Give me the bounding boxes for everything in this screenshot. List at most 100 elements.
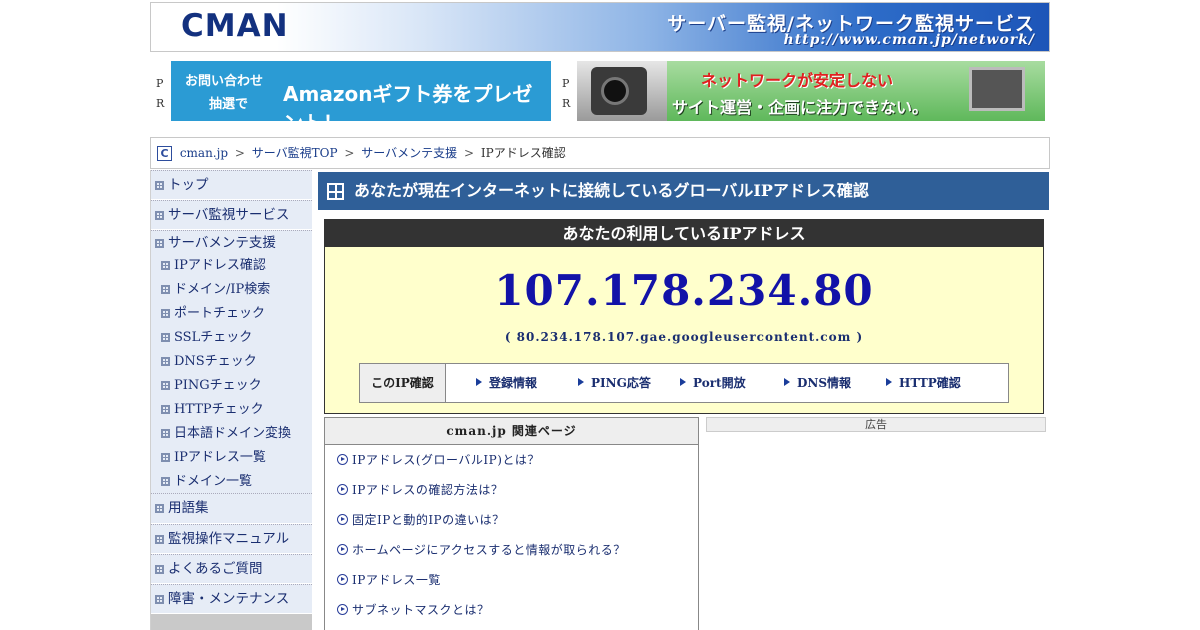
grid-icon xyxy=(161,309,170,318)
link-http[interactable]: HTTP確認 xyxy=(886,364,961,402)
related-link[interactable]: IPアドレス一覧 xyxy=(325,565,698,595)
sidebar-item-label: ドメイン/IP検索 xyxy=(174,282,271,297)
related-link[interactable]: IPアドレスの確認方法は？ xyxy=(325,475,698,505)
sidebar-item-outage[interactable]: 障害・メンテナンス xyxy=(151,584,312,614)
link-dns[interactable]: DNS情報 xyxy=(784,364,851,402)
sidebar-item-glossary[interactable]: 用語集 xyxy=(151,494,312,524)
sidebar-item-ssl-check[interactable]: SSLチェック xyxy=(151,326,312,350)
site-header: CMAN サーバー監視/ネットワーク監視サービス http://www.cman… xyxy=(150,2,1050,52)
grid-icon xyxy=(161,357,170,366)
breadcrumb-server-top[interactable]: サーバ監視TOP xyxy=(252,146,338,160)
sidebar-item-top[interactable]: トップ xyxy=(151,170,312,200)
banner-line-lottery: 抽選で xyxy=(209,97,249,112)
triangle-right-icon xyxy=(578,378,584,386)
triangle-right-icon xyxy=(476,378,482,386)
link-ping[interactable]: PING応答 xyxy=(578,364,651,402)
pr-label-p: P xyxy=(156,77,164,90)
cman-icon: C xyxy=(157,146,172,161)
amazon-gift-banner[interactable]: お問い合わせ 抽選で Amazonギフト券をプレゼント！ xyxy=(171,61,551,135)
related-link-label: IPアドレスの確認方法は？ xyxy=(352,483,504,497)
sidebar-item-label: よくあるご質問 xyxy=(168,561,263,577)
banner2-line2: サイト運営・企画に注力できない。 xyxy=(672,98,929,117)
pr-label-r: R xyxy=(562,97,571,110)
link-label: Port開放 xyxy=(693,376,746,390)
sidebar-item-dns-check[interactable]: DNSチェック xyxy=(151,350,312,374)
sidebar-item-label: HTTPチェック xyxy=(174,402,264,417)
pr-label-left: P R xyxy=(156,74,164,114)
page-wrapper: CMAN サーバー監視/ネットワーク監視サービス http://www.cman… xyxy=(150,2,1050,630)
breadcrumb-separator: > xyxy=(344,146,355,160)
breadcrumb-separator: > xyxy=(463,146,475,160)
breadcrumb-cman[interactable]: cman.jp xyxy=(180,146,228,160)
link-whois[interactable]: 登録情報 xyxy=(476,364,537,402)
network-banner[interactable]: ネットワークが安定しない サイト運営・企画に注力できない。 xyxy=(577,61,1045,121)
related-link[interactable]: サブネットマスクとは？ xyxy=(325,595,698,625)
sidebar-item-domain-list[interactable]: ドメイン一覧 xyxy=(151,470,312,494)
grid-icon xyxy=(161,453,170,462)
circle-arrow-icon xyxy=(337,574,348,585)
ip-result-box: あなたの利用しているIPアドレス 107.178.234.80 ( 80.234… xyxy=(324,219,1044,414)
pr-label-p: P xyxy=(562,77,570,90)
ip-check-label: このIP確認 xyxy=(360,364,446,402)
sidebar-item-monitoring[interactable]: サーバ監視サービス xyxy=(151,200,312,230)
sidebar-item-ip-check[interactable]: IPアドレス確認 xyxy=(151,254,312,278)
banner-main-text: Amazonギフト券をプレゼント！ xyxy=(283,82,533,135)
header-url: http://www.cman.jp/network/ xyxy=(783,32,1035,48)
ip-box-header: あなたの利用しているIPアドレス xyxy=(325,220,1043,247)
grid-icon xyxy=(161,429,170,438)
circle-arrow-icon xyxy=(337,514,348,525)
sidebar-item-port-check[interactable]: ポートチェック xyxy=(151,302,312,326)
sidebar-item-http-check[interactable]: HTTPチェック xyxy=(151,398,312,422)
related-link[interactable]: IPアドレス(グローバルIP)とは？ xyxy=(325,445,698,475)
monitor-image xyxy=(969,67,1025,111)
breadcrumb-maintenance[interactable]: サーバメンテ支援 xyxy=(361,146,457,160)
sidebar-item-label: サーバメンテ支援 xyxy=(168,235,276,251)
sidebar-item-faq[interactable]: よくあるご質問 xyxy=(151,554,312,584)
sidebar-item-cut-off xyxy=(151,614,312,630)
sidebar-item-label: 日本語ドメイン変換 xyxy=(174,426,292,441)
site-logo[interactable]: CMAN xyxy=(181,8,289,44)
sidebar-item-jp-domain[interactable]: 日本語ドメイン変換 xyxy=(151,422,312,446)
ip-address: 107.178.234.80 xyxy=(494,266,874,315)
sidebar-item-label: IPアドレス確認 xyxy=(174,258,266,273)
hostname: ( 80.234.178.107.gae.googleusercontent.c… xyxy=(504,330,864,344)
grid-icon xyxy=(161,477,170,486)
related-link-label: 固定IPと動的IPの違いは？ xyxy=(352,513,505,527)
sidebar-item-ip-list[interactable]: IPアドレス一覧 xyxy=(151,446,312,470)
link-port[interactable]: Port開放 xyxy=(680,364,746,402)
related-header: cman.jp 関連ページ xyxy=(325,418,698,445)
window-grid-icon xyxy=(327,183,344,200)
camera-image xyxy=(577,61,667,121)
link-label: 登録情報 xyxy=(489,376,538,390)
sidebar-item-domain-search[interactable]: ドメイン/IP検索 xyxy=(151,278,312,302)
grid-icon xyxy=(155,181,164,190)
related-link[interactable]: 固定IPと動的IPの違いは？ xyxy=(325,505,698,535)
sidebar-item-ping-check[interactable]: PINGチェック xyxy=(151,374,312,398)
grid-icon xyxy=(161,285,170,294)
sidebar-item-label: PINGチェック xyxy=(174,378,262,393)
grid-icon xyxy=(161,381,170,390)
circle-arrow-icon xyxy=(337,604,348,615)
sidebar-item-label: ドメイン一覧 xyxy=(174,474,253,489)
sidebar-item-label: ポートチェック xyxy=(174,306,266,321)
sidebar-item-manual[interactable]: 監視操作マニュアル xyxy=(151,524,312,554)
sidebar-item-label: SSLチェック xyxy=(174,330,253,345)
sidebar-item-label: 監視操作マニュアル xyxy=(168,531,290,547)
page-title-text: あなたが現在インターネットに接続しているグローバルIPアドレス確認 xyxy=(354,181,869,200)
triangle-right-icon xyxy=(886,378,892,386)
related-link[interactable]: ホームページにアクセスすると情報が取られる？ xyxy=(325,535,698,565)
grid-icon xyxy=(155,565,164,574)
banner-line-contact: お問い合わせ xyxy=(185,74,264,89)
ad-label: 広告 xyxy=(706,417,1046,432)
related-link-label: サブネットマスクとは？ xyxy=(352,603,490,617)
banner2-line1: ネットワークが安定しない xyxy=(701,71,894,90)
breadcrumb-current: IPアドレス確認 xyxy=(480,146,566,160)
sidebar-item-label: トップ xyxy=(168,177,209,193)
sidebar-item-maintenance[interactable]: サーバメンテ支援 xyxy=(151,230,312,254)
breadcrumb-separator: > xyxy=(234,146,245,160)
circle-arrow-icon xyxy=(337,484,348,495)
sidebar: トップ サーバ監視サービス サーバメンテ支援 IPアドレス確認 ドメイン/IP検… xyxy=(150,170,312,630)
grid-icon xyxy=(155,211,164,220)
grid-icon xyxy=(155,239,164,248)
sidebar-item-label: サーバ監視サービス xyxy=(168,207,290,223)
